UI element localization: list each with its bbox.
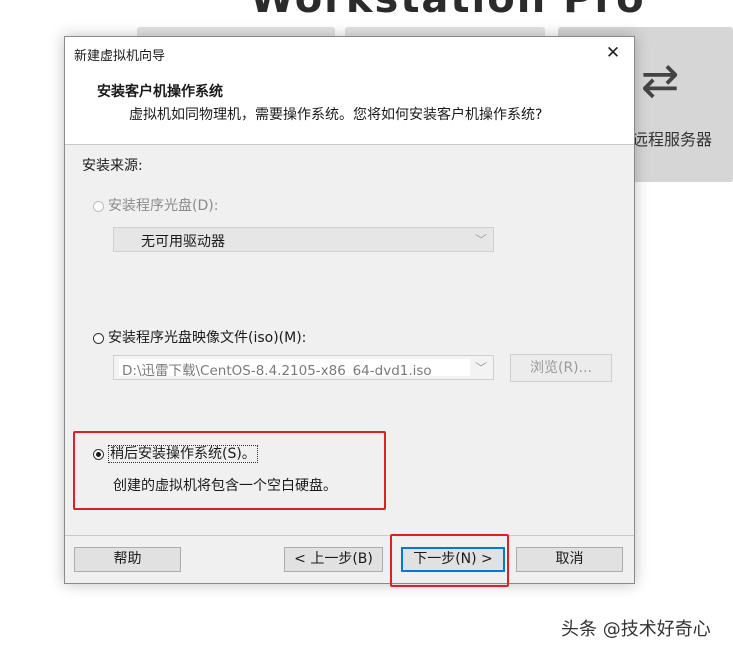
iso-path-combobox[interactable]: D:\迅雷下载\CentOS-8.4.2105-x86_64-dvd1.iso …	[113, 355, 494, 380]
watermark: 头条 @技术好奇心	[561, 619, 711, 640]
radio-installer-disc-label: 安装程序光盘(D):	[108, 198, 219, 214]
dialog-title: 新建虚拟机向导	[74, 49, 166, 64]
close-icon[interactable]: ✕	[600, 40, 626, 66]
radio-circle[interactable]	[93, 200, 104, 212]
browse-button[interactable]: 浏览(R)...	[510, 354, 612, 382]
cancel-button[interactable]: 取消	[516, 547, 623, 572]
radio-installer-disc[interactable]: 安装程序光盘(D):	[93, 195, 218, 215]
help-button[interactable]: 帮助	[74, 547, 181, 572]
header-subtitle: 虚拟机如同物理机，需要操作系统。您将如何安装客户机操作系统?	[129, 107, 543, 123]
footer-divider	[65, 535, 634, 536]
annotation-highlight-next	[390, 534, 509, 587]
dialog-titlebar[interactable]: 新建虚拟机向导 ✕	[65, 37, 634, 69]
header-title: 安装客户机操作系统	[97, 84, 223, 100]
disc-drive-value: 无可用驱动器	[141, 234, 225, 250]
install-source-label: 安装来源:	[82, 158, 143, 174]
radio-circle[interactable]	[93, 332, 104, 344]
disc-drive-select[interactable]: 无可用驱动器 ﹀	[113, 227, 494, 252]
iso-path-value[interactable]: D:\迅雷下载\CentOS-8.4.2105-x86_64-dvd1.iso	[119, 359, 470, 376]
wizard-header: 安装客户机操作系统 虚拟机如同物理机，需要操作系统。您将如何安装客户机操作系统?	[65, 69, 634, 145]
back-button[interactable]: < 上一步(B)	[284, 547, 383, 572]
chevron-down-icon: ﹀	[474, 233, 487, 247]
chevron-down-icon[interactable]: ﹀	[475, 359, 487, 376]
swap-arrows-icon: ⇄	[640, 53, 680, 107]
radio-iso-image[interactable]: 安装程序光盘映像文件(iso)(M):	[93, 327, 306, 347]
annotation-highlight-install-later	[73, 431, 386, 510]
remote-server-label: 远程服务器	[632, 130, 713, 149]
background-page-title: Workstation Pro	[250, 0, 646, 22]
radio-iso-image-label: 安装程序光盘映像文件(iso)(M):	[108, 330, 307, 346]
